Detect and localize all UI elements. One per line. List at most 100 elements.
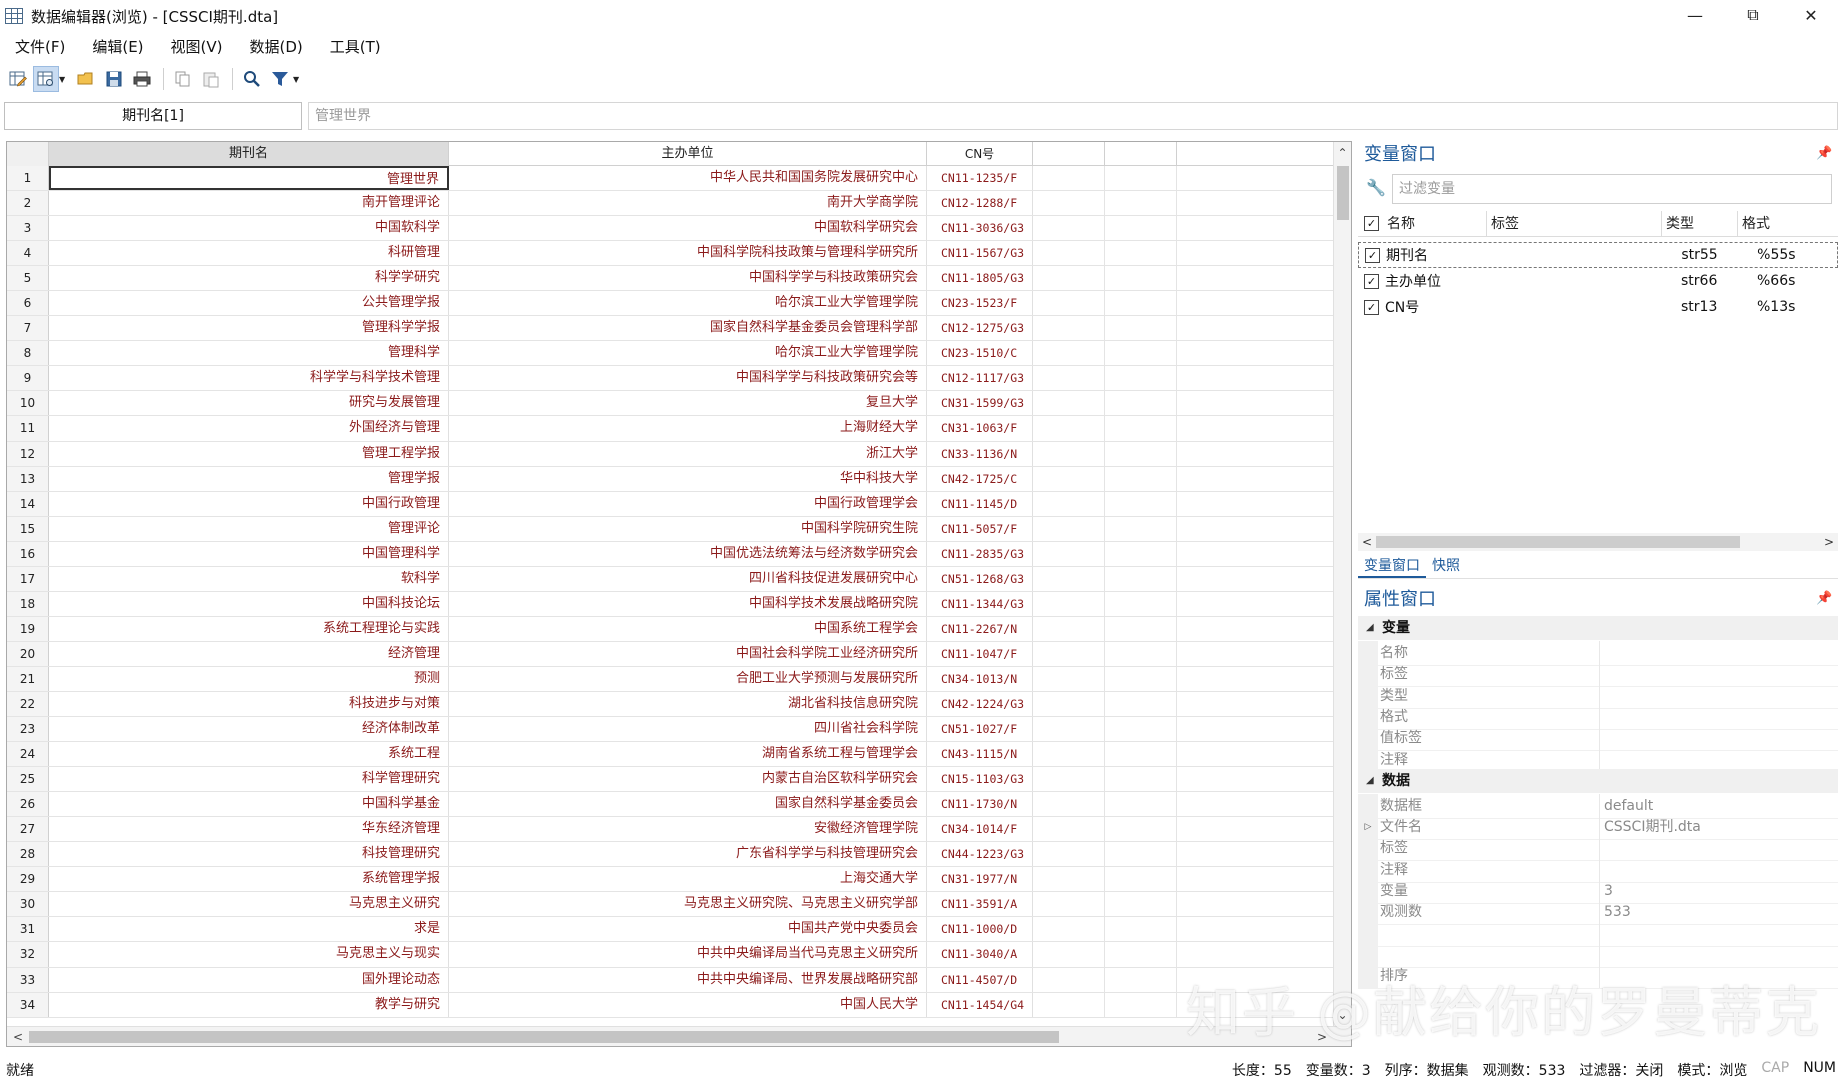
cell-host-org[interactable]: 湖南省系统工程与管理学会 xyxy=(449,742,927,767)
empty-cell[interactable] xyxy=(1177,266,1333,290)
variables-horizontal-scrollbar[interactable]: < > xyxy=(1358,533,1838,551)
row-number[interactable]: 3 xyxy=(7,216,49,241)
empty-cell[interactable] xyxy=(1177,517,1333,541)
scroll-right-icon[interactable]: > xyxy=(1822,533,1836,551)
empty-cell[interactable] xyxy=(1033,967,1105,992)
cell-host-org[interactable]: 中国科学院科技政策与管理科学研究所 xyxy=(449,241,927,266)
cell-cn-number[interactable]: CN11-1344/G3 xyxy=(927,591,1033,616)
cell-cn-number[interactable]: CN15-1103/G3 xyxy=(927,767,1033,792)
table-row[interactable]: 31 求是 中国共产党中央委员会 CN11-1000/D xyxy=(7,917,1333,943)
empty-cell[interactable] xyxy=(1177,467,1333,491)
open-folder-icon[interactable] xyxy=(73,66,99,92)
empty-cell[interactable] xyxy=(1033,867,1105,892)
cell-cn-number[interactable]: CN51-1027/F xyxy=(927,717,1033,742)
cell-cn-number[interactable]: CN11-2835/G3 xyxy=(927,541,1033,566)
cell-cn-number[interactable]: CN11-3036/G3 xyxy=(927,216,1033,241)
cell-cn-number[interactable]: CN11-1805/G3 xyxy=(927,266,1033,291)
cell-journal-name[interactable]: 经济体制改革 xyxy=(49,717,449,742)
empty-cell[interactable] xyxy=(1105,191,1177,216)
cell-cn-number[interactable]: CN23-1510/C xyxy=(927,341,1033,366)
table-row[interactable]: 12 管理工程学报 浙江大学 CN33-1136/N xyxy=(7,441,1333,467)
scroll-up-icon[interactable]: ⌃ xyxy=(1334,142,1351,164)
empty-cell[interactable] xyxy=(1177,917,1333,941)
empty-cell[interactable] xyxy=(1105,216,1177,241)
table-row[interactable]: 25 科学管理研究 内蒙古自治区软科学研究会 CN15-1103/G3 xyxy=(7,767,1333,793)
empty-cell[interactable] xyxy=(1033,416,1105,441)
cell-cn-number[interactable]: CN12-1117/G3 xyxy=(927,366,1033,391)
row-number[interactable]: 27 xyxy=(7,817,49,842)
empty-cell[interactable] xyxy=(1105,616,1177,641)
filter-icon[interactable] xyxy=(267,66,293,92)
empty-cell[interactable] xyxy=(1033,641,1105,666)
cell-journal-name[interactable]: 科学学研究 xyxy=(49,266,449,291)
empty-cell[interactable] xyxy=(1033,666,1105,691)
cell-host-org[interactable]: 广东省科学学与科技管理研究会 xyxy=(449,842,927,867)
cell-journal-name[interactable]: 教学与研究 xyxy=(49,992,449,1017)
cell-journal-name[interactable]: 管理科学学报 xyxy=(49,316,449,341)
pin-icon[interactable]: 📌 xyxy=(1816,591,1832,609)
cell-host-org[interactable]: 湖北省科技信息研究院 xyxy=(449,691,927,717)
row-number[interactable]: 17 xyxy=(7,566,49,591)
table-row[interactable]: 26 中国科学基金 国家自然科学基金委员会 CN11-1730/N xyxy=(7,792,1333,818)
cell-host-org[interactable]: 中国共产党中央委员会 xyxy=(449,917,927,942)
menu-tools[interactable]: 工具(T) xyxy=(315,36,393,57)
table-row[interactable]: 30 马克思主义研究 马克思主义研究院、马克思主义研究学部 CN11-3591/A xyxy=(7,892,1333,918)
table-row[interactable]: 1 管理世界 中华人民共和国国务院发展研究中心 CN11-1235/F xyxy=(7,166,1333,192)
row-number[interactable]: 16 xyxy=(7,541,49,566)
checkbox[interactable]: ✓ xyxy=(1365,247,1380,263)
cell-cn-number[interactable]: CN11-3591/A xyxy=(927,892,1033,917)
empty-cell[interactable] xyxy=(1033,166,1105,191)
empty-cell[interactable] xyxy=(1177,717,1333,741)
row-number[interactable]: 30 xyxy=(7,892,49,917)
cell-journal-name[interactable]: 中国管理科学 xyxy=(49,541,449,566)
table-row[interactable]: 9 科学学与科学技术管理 中国科学学与科技政策研究会等 CN12-1117/G3 xyxy=(7,366,1333,392)
empty-cell[interactable] xyxy=(1033,341,1105,366)
cell-host-org[interactable]: 中国科学技术发展战略研究院 xyxy=(449,591,927,616)
empty-cell[interactable] xyxy=(1177,617,1333,641)
table-row[interactable]: 14 中国行政管理 中国行政管理学会 CN11-1145/D xyxy=(7,491,1333,517)
column-header[interactable]: 期刊名 xyxy=(49,142,449,166)
table-row[interactable]: 33 国外理论动态 中共中央编译局、世界发展战略研究部 CN11-4507/D xyxy=(7,967,1333,993)
chevron-down-icon[interactable]: ▼ xyxy=(59,75,67,84)
empty-cell[interactable] xyxy=(1033,767,1105,792)
filter-variables-input[interactable]: 过滤变量 xyxy=(1392,174,1832,204)
row-number[interactable]: 29 xyxy=(7,867,49,892)
restore-button[interactable]: ⧉ xyxy=(1724,0,1782,30)
row-number[interactable]: 15 xyxy=(7,516,49,541)
row-number[interactable]: 12 xyxy=(7,441,49,466)
collapse-triangle-icon[interactable]: ◢ xyxy=(1366,616,1374,640)
cell-journal-name[interactable]: 管理科学 xyxy=(49,341,449,366)
empty-cell[interactable] xyxy=(1177,416,1333,440)
cell-cn-number[interactable]: CN11-3040/A xyxy=(927,942,1033,967)
cell-host-org[interactable]: 中国优选法统筹法与经济数学研究会 xyxy=(449,541,927,566)
cell-host-org[interactable]: 合肥工业大学预测与发展研究所 xyxy=(449,666,927,691)
empty-cell[interactable] xyxy=(1177,341,1333,365)
cell-journal-name[interactable]: 管理工程学报 xyxy=(49,441,449,466)
cell-cn-number[interactable]: CN33-1136/N xyxy=(927,441,1033,466)
row-number[interactable]: 18 xyxy=(7,591,49,616)
cell-cn-number[interactable]: CN31-1977/N xyxy=(927,867,1033,892)
cell-journal-name[interactable]: 预测 xyxy=(49,666,449,691)
empty-cell[interactable] xyxy=(1105,892,1177,917)
empty-cell[interactable] xyxy=(1105,992,1177,1017)
empty-cell[interactable] xyxy=(1105,266,1177,291)
empty-cell[interactable] xyxy=(1105,541,1177,566)
menu-edit[interactable]: 编辑(E) xyxy=(77,36,155,57)
table-row[interactable]: 3 中国软科学 中国软科学研究会 CN11-3036/G3 xyxy=(7,216,1333,242)
empty-cell[interactable] xyxy=(1177,567,1333,591)
empty-cell[interactable] xyxy=(1177,767,1333,791)
cell-host-org[interactable]: 国家自然科学基金委员会管理科学部 xyxy=(449,316,927,341)
variable-row[interactable]: ✓ 期刊名 str55 %55s xyxy=(1358,242,1838,268)
empty-cell[interactable] xyxy=(1105,817,1177,842)
empty-cell[interactable] xyxy=(1033,566,1105,591)
empty-cell[interactable] xyxy=(1105,942,1177,967)
empty-cell[interactable] xyxy=(1105,341,1177,366)
empty-cell[interactable] xyxy=(1177,291,1333,315)
tab-variables[interactable]: 变量窗口 xyxy=(1358,555,1426,578)
table-row[interactable]: 17 软科学 四川省科技促进发展研究中心 CN51-1268/G3 xyxy=(7,566,1333,592)
row-number[interactable]: 10 xyxy=(7,391,49,416)
row-number[interactable]: 33 xyxy=(7,967,49,992)
empty-cell[interactable] xyxy=(1105,867,1177,892)
empty-cell[interactable] xyxy=(1177,642,1333,666)
empty-cell[interactable] xyxy=(1177,692,1333,716)
